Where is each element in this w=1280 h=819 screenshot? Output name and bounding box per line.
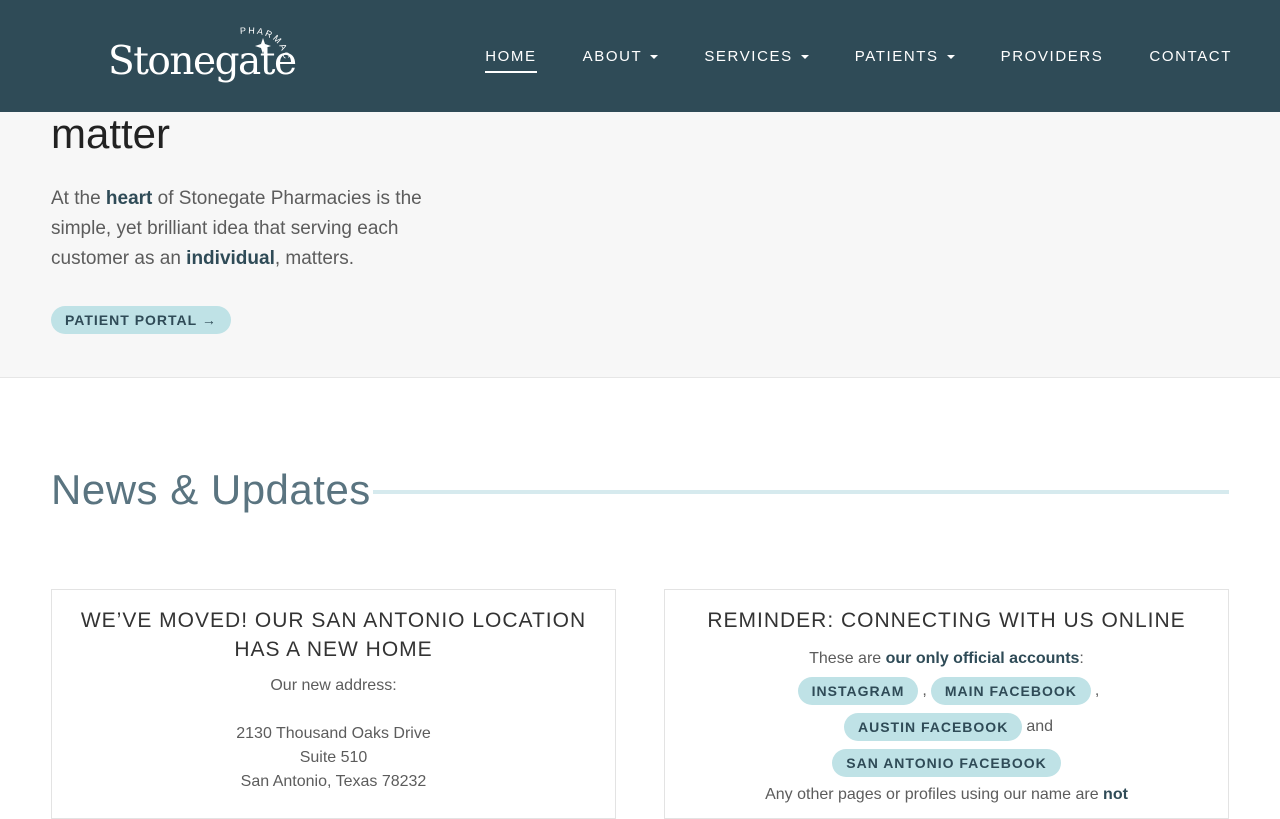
- instagram-link[interactable]: INSTAGRAM: [797, 677, 919, 705]
- warning-text: Any other pages or profiles using our na…: [665, 783, 1228, 807]
- nav-patients[interactable]: PATIENTS: [855, 48, 955, 65]
- stonegate-logo[interactable]: PHARMACY Stonegate: [108, 26, 298, 92]
- caret-down-icon: [650, 55, 659, 59]
- news-card-reminder: REMINDER: CONNECTING WITH US ONLINE Thes…: [664, 589, 1229, 819]
- text-emphasis: our only official accounts: [885, 650, 1080, 667]
- hero-section: matter At the heart of Stonegate Pharmac…: [0, 112, 1280, 378]
- text-part: These are: [809, 650, 886, 667]
- main-facebook-link[interactable]: MAIN FACEBOOK: [930, 677, 1091, 705]
- hero-text-individual: individual: [186, 248, 275, 269]
- main-nav: HOME ABOUT SERVICES PATIENTS PROVIDERS C…: [439, 0, 1232, 112]
- hero-text-heart: heart: [105, 188, 153, 209]
- social-row-1: INSTAGRAM , MAIN FACEBOOK ,: [665, 677, 1228, 705]
- nav-services[interactable]: SERVICES: [704, 47, 809, 65]
- logo-wordmark: Stonegate: [108, 39, 297, 84]
- nav-home-label: HOME: [485, 47, 537, 65]
- separator-comma: ,: [922, 682, 927, 699]
- separator-and: and: [1026, 718, 1054, 735]
- nav-home[interactable]: HOME: [485, 47, 538, 73]
- austin-facebook-link[interactable]: AUSTIN FACEBOOK: [843, 713, 1023, 741]
- official-accounts-text: These are our only official accounts:: [665, 647, 1228, 671]
- separator-comma: ,: [1094, 682, 1100, 699]
- nav-providers[interactable]: PROVIDERS: [1001, 48, 1104, 65]
- nav-contact[interactable]: CONTACT: [1149, 48, 1232, 65]
- address-line-2: Suite 510: [299, 749, 368, 766]
- card-title: REMINDER: CONNECTING WITH US ONLINE: [707, 609, 1186, 632]
- hero-text-part: At the: [51, 188, 106, 209]
- address-intro: Our new address:: [270, 677, 397, 694]
- address-line-1: 2130 Thousand Oaks Drive: [236, 725, 431, 742]
- social-row-2: AUSTIN FACEBOOK and: [665, 713, 1228, 741]
- caret-down-icon: [946, 55, 955, 59]
- san-antonio-facebook-link[interactable]: SAN ANTONIO FACEBOOK: [832, 749, 1061, 777]
- card-title: WE’VE MOVED! OUR SAN ANTONIO LOCATION HA…: [80, 609, 587, 661]
- social-row-3: SAN ANTONIO FACEBOOK: [665, 749, 1228, 777]
- nav-services-label: SERVICES: [704, 47, 793, 65]
- caret-down-icon: [800, 55, 809, 59]
- text-part: Any other pages or profiles using our na…: [765, 786, 1104, 803]
- hero-title: matter: [51, 110, 171, 157]
- patient-portal-button[interactable]: PATIENT PORTAL →: [51, 306, 231, 334]
- nav-providers-label: PROVIDERS: [1000, 47, 1104, 65]
- nav-patients-label: PATIENTS: [854, 47, 939, 65]
- news-title: News & Updates: [51, 466, 371, 513]
- nav-about[interactable]: ABOUT: [583, 48, 659, 65]
- hero-text-part: , matters.: [274, 248, 355, 269]
- nav-about-label: ABOUT: [582, 47, 643, 65]
- text-emphasis: not: [1103, 786, 1128, 803]
- text-part: :: [1079, 650, 1084, 667]
- address-line-3: San Antonio, Texas 78232: [240, 773, 427, 790]
- hero-text: At the heart of Stonegate Pharmacies is …: [51, 184, 451, 274]
- news-divider: [373, 490, 1229, 494]
- news-card-moved: WE’VE MOVED! OUR SAN ANTONIO LOCATION HA…: [51, 589, 616, 819]
- nav-contact-label: CONTACT: [1149, 47, 1232, 65]
- site-header: PHARMACY Stonegate HOME ABOUT SERVICES P…: [0, 0, 1280, 112]
